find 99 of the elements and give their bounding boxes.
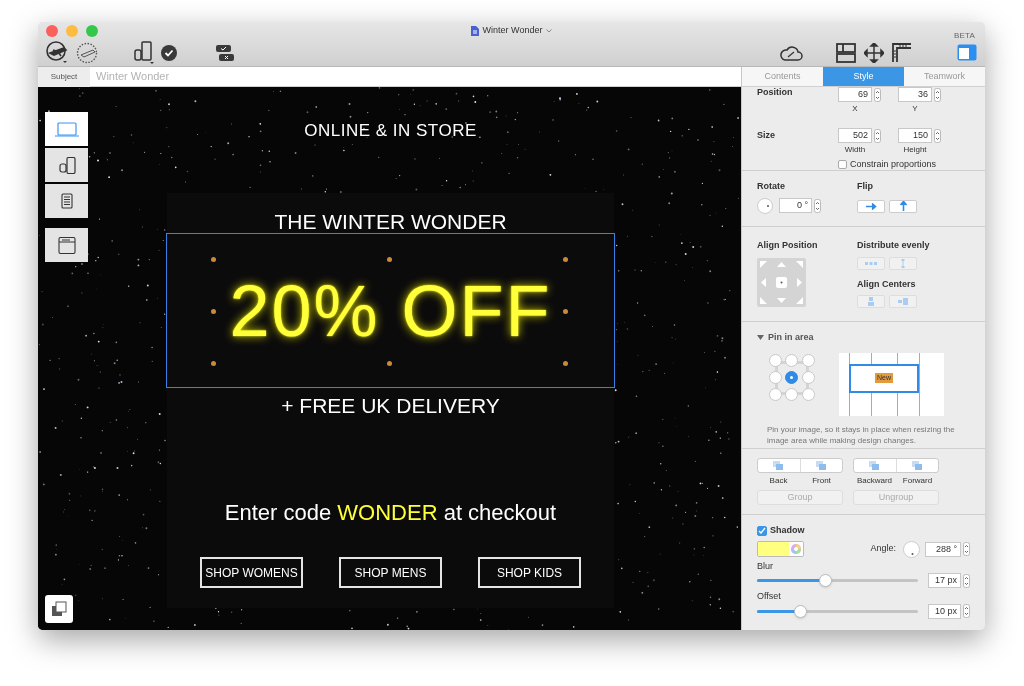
checkmark-icon <box>758 526 766 535</box>
resize-handle[interactable] <box>387 361 392 366</box>
angle-label: Angle: <box>870 542 896 556</box>
field-caption: Height <box>902 144 928 156</box>
pin-anchor-grid[interactable] <box>767 352 817 403</box>
checkmark-circle-icon[interactable] <box>161 44 177 61</box>
align-center-vertical-icon <box>865 297 877 306</box>
stacked-squares-icon <box>911 461 923 470</box>
move-arrows-icon[interactable] <box>864 42 884 63</box>
height-field[interactable]: 150 <box>898 128 932 143</box>
stepper-icon[interactable] <box>963 604 970 618</box>
shadow-checkbox[interactable] <box>757 525 767 536</box>
offset-label: Offset <box>757 590 782 603</box>
resize-handle[interactable] <box>211 257 216 262</box>
stepper-icon[interactable] <box>874 128 881 143</box>
stepper-icon[interactable] <box>934 128 941 143</box>
position-label: Position <box>757 86 794 99</box>
stepper-icon[interactable] <box>963 573 970 588</box>
offset-slider-thumb[interactable] <box>794 604 808 618</box>
resize-handle[interactable] <box>211 309 216 314</box>
rotate-label: Rotate <box>757 180 786 193</box>
zoom-button[interactable] <box>86 24 98 37</box>
resize-handle[interactable] <box>211 361 216 366</box>
field-caption: Width <box>843 144 867 156</box>
resize-handle[interactable] <box>387 257 392 262</box>
stacked-squares-icon <box>815 461 827 470</box>
stacked-squares-icon <box>773 461 785 470</box>
color-wheel-icon <box>791 544 801 554</box>
document-icon <box>470 25 479 36</box>
y-field[interactable]: 36 <box>898 87 932 102</box>
blur-label: Blur <box>757 559 774 573</box>
window-title: Winter Wonder <box>482 24 543 37</box>
stepper-icon[interactable] <box>814 198 821 213</box>
resize-handle[interactable] <box>563 361 568 366</box>
flip-label: Flip <box>857 180 874 193</box>
size-label: Size <box>757 129 776 142</box>
disclosure-triangle-icon[interactable] <box>757 334 764 342</box>
stepper-icon[interactable] <box>934 87 941 102</box>
pin-in-area-label: Pin in area <box>768 331 814 344</box>
shop-button[interactable]: SHOP WOMENS <box>200 557 303 588</box>
selection-frame[interactable]: 20% OFF <box>166 233 615 388</box>
align-position-label: Align Position <box>757 239 819 252</box>
rotation-field[interactable]: 0 ° <box>779 198 812 213</box>
chat-bubbles-icon[interactable] <box>215 43 235 62</box>
offset-field[interactable]: 10 px <box>928 603 961 619</box>
shadow-color-well[interactable] <box>757 541 804 557</box>
cloud-icon[interactable] <box>779 44 803 61</box>
close-button[interactable] <box>46 24 58 37</box>
subject-field[interactable]: Winter Wonder <box>90 67 741 87</box>
pin-description: Pin your image, so it stays in place when resizing the image area while making design changes. <box>766 423 956 446</box>
device-view-button[interactable] <box>45 184 88 218</box>
x-field[interactable]: 69 <box>838 87 872 102</box>
shop-button[interactable]: SHOP KIDS <box>478 557 581 588</box>
resize-handle[interactable] <box>563 257 568 262</box>
width-field[interactable]: 502 <box>838 128 872 143</box>
device-view-button[interactable] <box>45 228 88 262</box>
laptop-icon <box>53 120 80 138</box>
device-view-button[interactable] <box>45 148 88 182</box>
stacked-squares-icon <box>869 461 881 470</box>
blur-slider-thumb[interactable] <box>818 574 832 587</box>
field-caption: X <box>851 103 859 115</box>
arrange-label: Front <box>811 475 832 487</box>
arrange-label: Forward <box>901 475 934 487</box>
distribute-label: Distribute evenly <box>857 239 930 252</box>
pin-anchor[interactable] <box>785 371 799 384</box>
arrange-label: Backward <box>855 475 894 487</box>
field-caption: Y <box>911 103 919 115</box>
flip-vertical-button[interactable] <box>889 199 917 213</box>
constrain-checkbox[interactable] <box>838 160 847 170</box>
ruler-corner-icon[interactable] <box>892 42 912 63</box>
arrow-up-icon <box>899 201 907 211</box>
shadow-label: Shadow <box>770 524 805 537</box>
angle-field[interactable]: 288 ° <box>925 541 961 557</box>
promo-code-text: Enter code WONDER at checkout <box>224 499 557 524</box>
layout-blocks-icon[interactable] <box>836 42 856 63</box>
blur-slider[interactable] <box>757 573 918 588</box>
stepper-icon[interactable] <box>874 87 881 102</box>
align-centers-label: Align Centers <box>857 277 917 291</box>
devices-icon[interactable] <box>133 40 155 65</box>
delivery-text: + FREE UK DELIVERY <box>281 393 500 416</box>
shop-button[interactable]: SHOP MENS <box>339 557 442 588</box>
offset-slider[interactable] <box>757 604 918 618</box>
arrange-label: Back <box>768 475 789 487</box>
resize-handle[interactable] <box>563 309 568 314</box>
flip-horizontal-button[interactable] <box>857 199 885 213</box>
beta-label: BETA <box>953 29 975 42</box>
arrange-button[interactable] <box>45 595 73 623</box>
discount-text: 20% OFF <box>229 274 552 347</box>
sidebar-toggle-icon[interactable] <box>957 44 977 61</box>
heading-text: THE WINTER WONDER <box>274 209 507 232</box>
chevron-down-icon[interactable] <box>546 28 553 33</box>
align-center-horizontal-icon <box>897 297 909 306</box>
arrow-right-icon <box>865 202 877 210</box>
constrain-label: Constrain proportions <box>850 158 937 171</box>
blur-field[interactable]: 17 px <box>928 573 961 588</box>
stepper-icon[interactable] <box>963 542 970 556</box>
airplane-circle-icon[interactable] <box>46 40 70 65</box>
layers-icon <box>51 601 67 617</box>
tagline-text: ONLINE & IN STORE <box>304 120 477 138</box>
